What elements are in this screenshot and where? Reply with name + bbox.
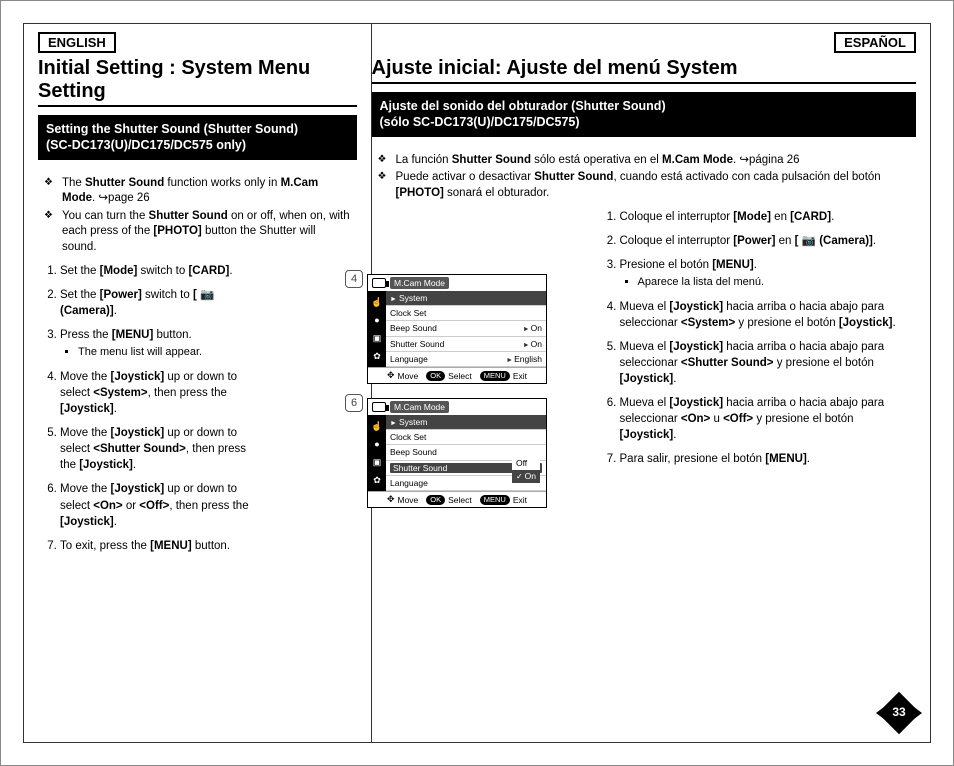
- step: Set the [Power] switch to [ 📷 (Camera)].: [60, 287, 268, 319]
- language-badge-es: ESPAÑOL: [834, 32, 916, 53]
- osd-side-icons: ☝ ● ▣ ✿: [368, 415, 386, 491]
- popup-option-off: Off: [512, 457, 540, 470]
- note-item: You can turn the Shutter Sound on or off…: [56, 209, 353, 256]
- substep: The menu list will appear.: [78, 345, 262, 360]
- tape-icon: ▣: [373, 334, 382, 343]
- step: Presione el botón [MENU]. Aparece la lis…: [620, 257, 917, 290]
- notes-en: The Shutter Sound function works only in…: [38, 170, 357, 264]
- hand-icon: ☝: [371, 422, 382, 431]
- lcd-screenshots: 4 M.Cam Mode ☝●▣✿ System Clock Set Bee: [367, 274, 567, 522]
- step: Press the [MENU] button. The menu list w…: [60, 327, 268, 360]
- move-icon: ✥: [387, 494, 395, 505]
- step: Mueva el [Joystick] hacia arriba o hacia…: [620, 339, 917, 387]
- mode-label: M.Cam Mode: [390, 277, 449, 289]
- step: Mueva el [Joystick] hacia arriba o hacia…: [620, 395, 917, 443]
- step: Coloque el interruptor [Mode] en [CARD].: [620, 209, 917, 225]
- page-number-badge: 33: [878, 692, 920, 734]
- note-item: Puede activar o desactivar Shutter Sound…: [390, 170, 913, 201]
- popup-option-on: On: [512, 470, 540, 483]
- gear-icon: ✿: [373, 352, 381, 361]
- osd-footer: ✥Move OKSelect MENUExit: [368, 491, 546, 507]
- ok-pill: OK: [426, 495, 445, 505]
- move-icon: ✥: [387, 370, 395, 381]
- manual-page: ENGLISH Initial Setting : System Menu Se…: [0, 0, 954, 766]
- step-number-badge: 6: [345, 394, 363, 412]
- section-title-en: Setting the Shutter Sound (Shutter Sound…: [40, 117, 355, 158]
- section-title-es: Ajuste del sonido del obturador (Shutter…: [374, 94, 915, 135]
- steps-en: Set the [Mode] switch to [CARD]. Set the…: [38, 263, 268, 554]
- gear-icon: ✿: [373, 476, 381, 485]
- page-title-es: Ajuste inicial: Ajuste del menú System: [372, 57, 917, 84]
- ok-pill: OK: [426, 371, 445, 381]
- step: Move the [Joystick] up or down to select…: [60, 425, 268, 473]
- steps-es: Coloque el interruptor [Mode] en [CARD].…: [598, 209, 917, 468]
- step: Move the [Joystick] up or down to select…: [60, 369, 268, 417]
- column-english: ENGLISH Initial Setting : System Menu Se…: [24, 24, 371, 742]
- osd-popup: Off On: [512, 457, 540, 483]
- section-box-en: Setting the Shutter Sound (Shutter Sound…: [38, 115, 357, 160]
- menu-pill: MENU: [480, 371, 510, 381]
- note-item: The Shutter Sound function works only in…: [56, 176, 353, 207]
- page-title-en: Initial Setting : System Menu Setting: [38, 57, 357, 107]
- osd-menu: System Clock Set Beep SoundOn Shutter So…: [386, 291, 546, 367]
- lcd-screenshot-6: 6 M.Cam Mode ☝●▣✿ System Clock Set Bee: [367, 398, 567, 508]
- osd-footer: ✥Move OKSelect MENUExit: [368, 367, 546, 383]
- mode-label: M.Cam Mode: [390, 401, 449, 413]
- lcd-screenshot-4: 4 M.Cam Mode ☝●▣✿ System Clock Set Bee: [367, 274, 567, 384]
- step: Para salir, presione el botón [MENU].: [620, 451, 917, 467]
- tape-icon: ▣: [373, 458, 382, 467]
- camera-icon: [372, 278, 386, 288]
- language-badge-en: ENGLISH: [38, 32, 116, 53]
- section-box-es: Ajuste del sonido del obturador (Shutter…: [372, 92, 917, 137]
- notes-es: La función Shutter Sound sólo está opera…: [372, 147, 917, 210]
- step: Move the [Joystick] up or down to select…: [60, 481, 268, 529]
- step: Coloque el interruptor [Power] en [ 📷 (C…: [620, 233, 917, 249]
- step: Mueva el [Joystick] hacia arriba o hacia…: [620, 299, 917, 331]
- substep: Aparece la lista del menú.: [638, 275, 911, 290]
- step-number-badge: 4: [345, 270, 363, 288]
- disc-icon: ●: [374, 440, 379, 449]
- hand-icon: ☝: [371, 298, 382, 307]
- osd-side-icons: ☝ ● ▣ ✿: [368, 291, 386, 367]
- step: To exit, press the [MENU] button.: [60, 538, 268, 554]
- step: Set the [Mode] switch to [CARD].: [60, 263, 268, 279]
- menu-pill: MENU: [480, 495, 510, 505]
- note-item: La función Shutter Sound sólo está opera…: [390, 153, 913, 169]
- camera-icon: [372, 402, 386, 412]
- disc-icon: ●: [374, 316, 379, 325]
